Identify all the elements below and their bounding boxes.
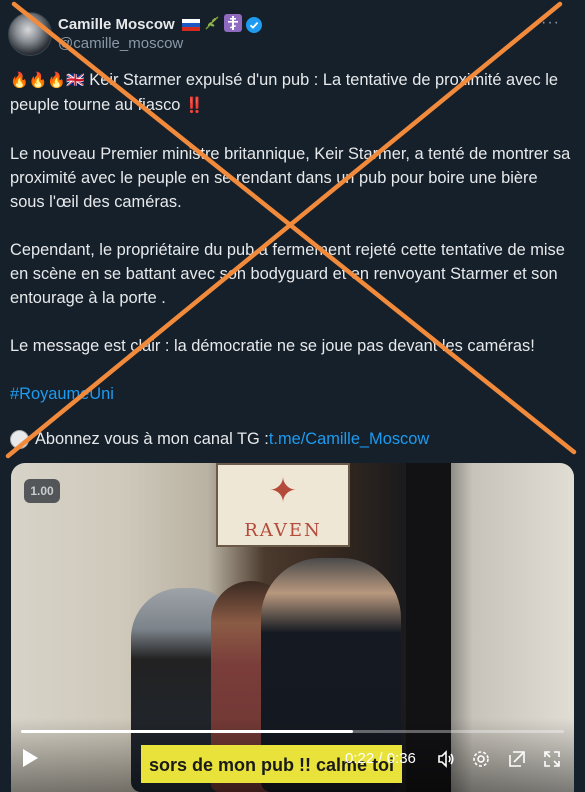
volume-icon[interactable] xyxy=(436,749,456,769)
tweet-header: Camille Moscow @camille_moscow ··· xyxy=(8,10,568,56)
video-player[interactable]: ✦ RAVEN 1.00 sors de mon pub !! calme to… xyxy=(11,463,574,792)
display-name[interactable]: Camille Moscow xyxy=(58,16,175,33)
pub-sign-text: RAVEN xyxy=(244,520,322,541)
progress-fill xyxy=(21,730,353,733)
white-circle-icon xyxy=(10,429,29,449)
orthodox-cross-icon xyxy=(223,14,242,35)
avatar[interactable] xyxy=(8,12,52,56)
hashtag-link[interactable]: #RoyaumeUni xyxy=(10,385,114,403)
headline-text: Keir Starmer expulsé d'un pub : La tenta… xyxy=(10,71,558,114)
time-display: 0:22 / 0:36 xyxy=(345,750,416,767)
fullscreen-icon[interactable] xyxy=(542,749,562,769)
cta-text: Abonnez vous à mon canal TG : xyxy=(35,430,269,448)
cta-row: Abonnez vous à mon canal TG : t.me/Camil… xyxy=(10,427,429,451)
verified-badge-icon xyxy=(245,16,262,33)
name-row: Camille Moscow xyxy=(58,14,262,35)
play-icon[interactable] xyxy=(23,749,38,767)
raven-sign-icon: ✦ xyxy=(268,472,298,510)
double-exclamation-icon: ‼️ xyxy=(184,97,204,114)
telegram-link[interactable]: t.me/Camille_Moscow xyxy=(269,427,429,451)
settings-icon[interactable] xyxy=(471,749,491,769)
popout-icon[interactable] xyxy=(507,749,527,769)
handle[interactable]: @camille_moscow xyxy=(58,35,183,52)
olive-branch-icon xyxy=(204,15,220,34)
playback-speed-badge[interactable]: 1.00 xyxy=(24,479,60,503)
russia-flag-icon xyxy=(181,18,200,31)
more-options-icon[interactable]: ··· xyxy=(541,14,560,32)
tweet-text: 🔥🔥🔥🇬🇧 Keir Starmer expulsé d'un pub : La… xyxy=(10,68,575,430)
paragraph-1: Le nouveau Premier ministre britannique,… xyxy=(10,145,571,211)
progress-bar[interactable] xyxy=(21,730,564,733)
paragraph-3: Le message est clair : la démocratie ne … xyxy=(10,337,535,355)
headline-emojis: 🔥🔥🔥🇬🇧 xyxy=(10,72,85,89)
pub-sign: ✦ RAVEN xyxy=(216,463,350,547)
headline: 🔥🔥🔥🇬🇧 Keir Starmer expulsé d'un pub : La… xyxy=(10,68,575,118)
paragraph-2: Cependant, le propriétaire du pub a ferm… xyxy=(10,241,565,307)
